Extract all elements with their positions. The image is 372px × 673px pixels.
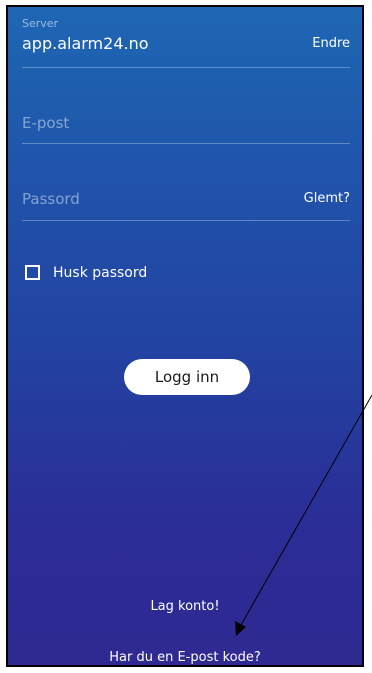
server-label: Server [22, 17, 59, 30]
email-field[interactable] [22, 111, 342, 135]
server-divider [22, 67, 350, 68]
remember-password-label: Husk passord [53, 265, 148, 281]
password-field[interactable] [22, 187, 272, 211]
password-divider [22, 220, 350, 221]
change-server-button[interactable]: Endre [312, 36, 350, 51]
server-value: app.alarm24.no [22, 34, 149, 53]
create-account-link[interactable]: Lag konto! [8, 599, 362, 614]
remember-password-checkbox[interactable] [25, 265, 40, 280]
login-screen: Server app.alarm24.no Endre Glemt? Husk … [6, 5, 364, 667]
email-divider [22, 143, 350, 144]
email-code-link[interactable]: Har du en E-post kode? [8, 650, 362, 665]
login-button[interactable]: Logg inn [124, 359, 250, 395]
forgot-password-link[interactable]: Glemt? [304, 191, 350, 206]
